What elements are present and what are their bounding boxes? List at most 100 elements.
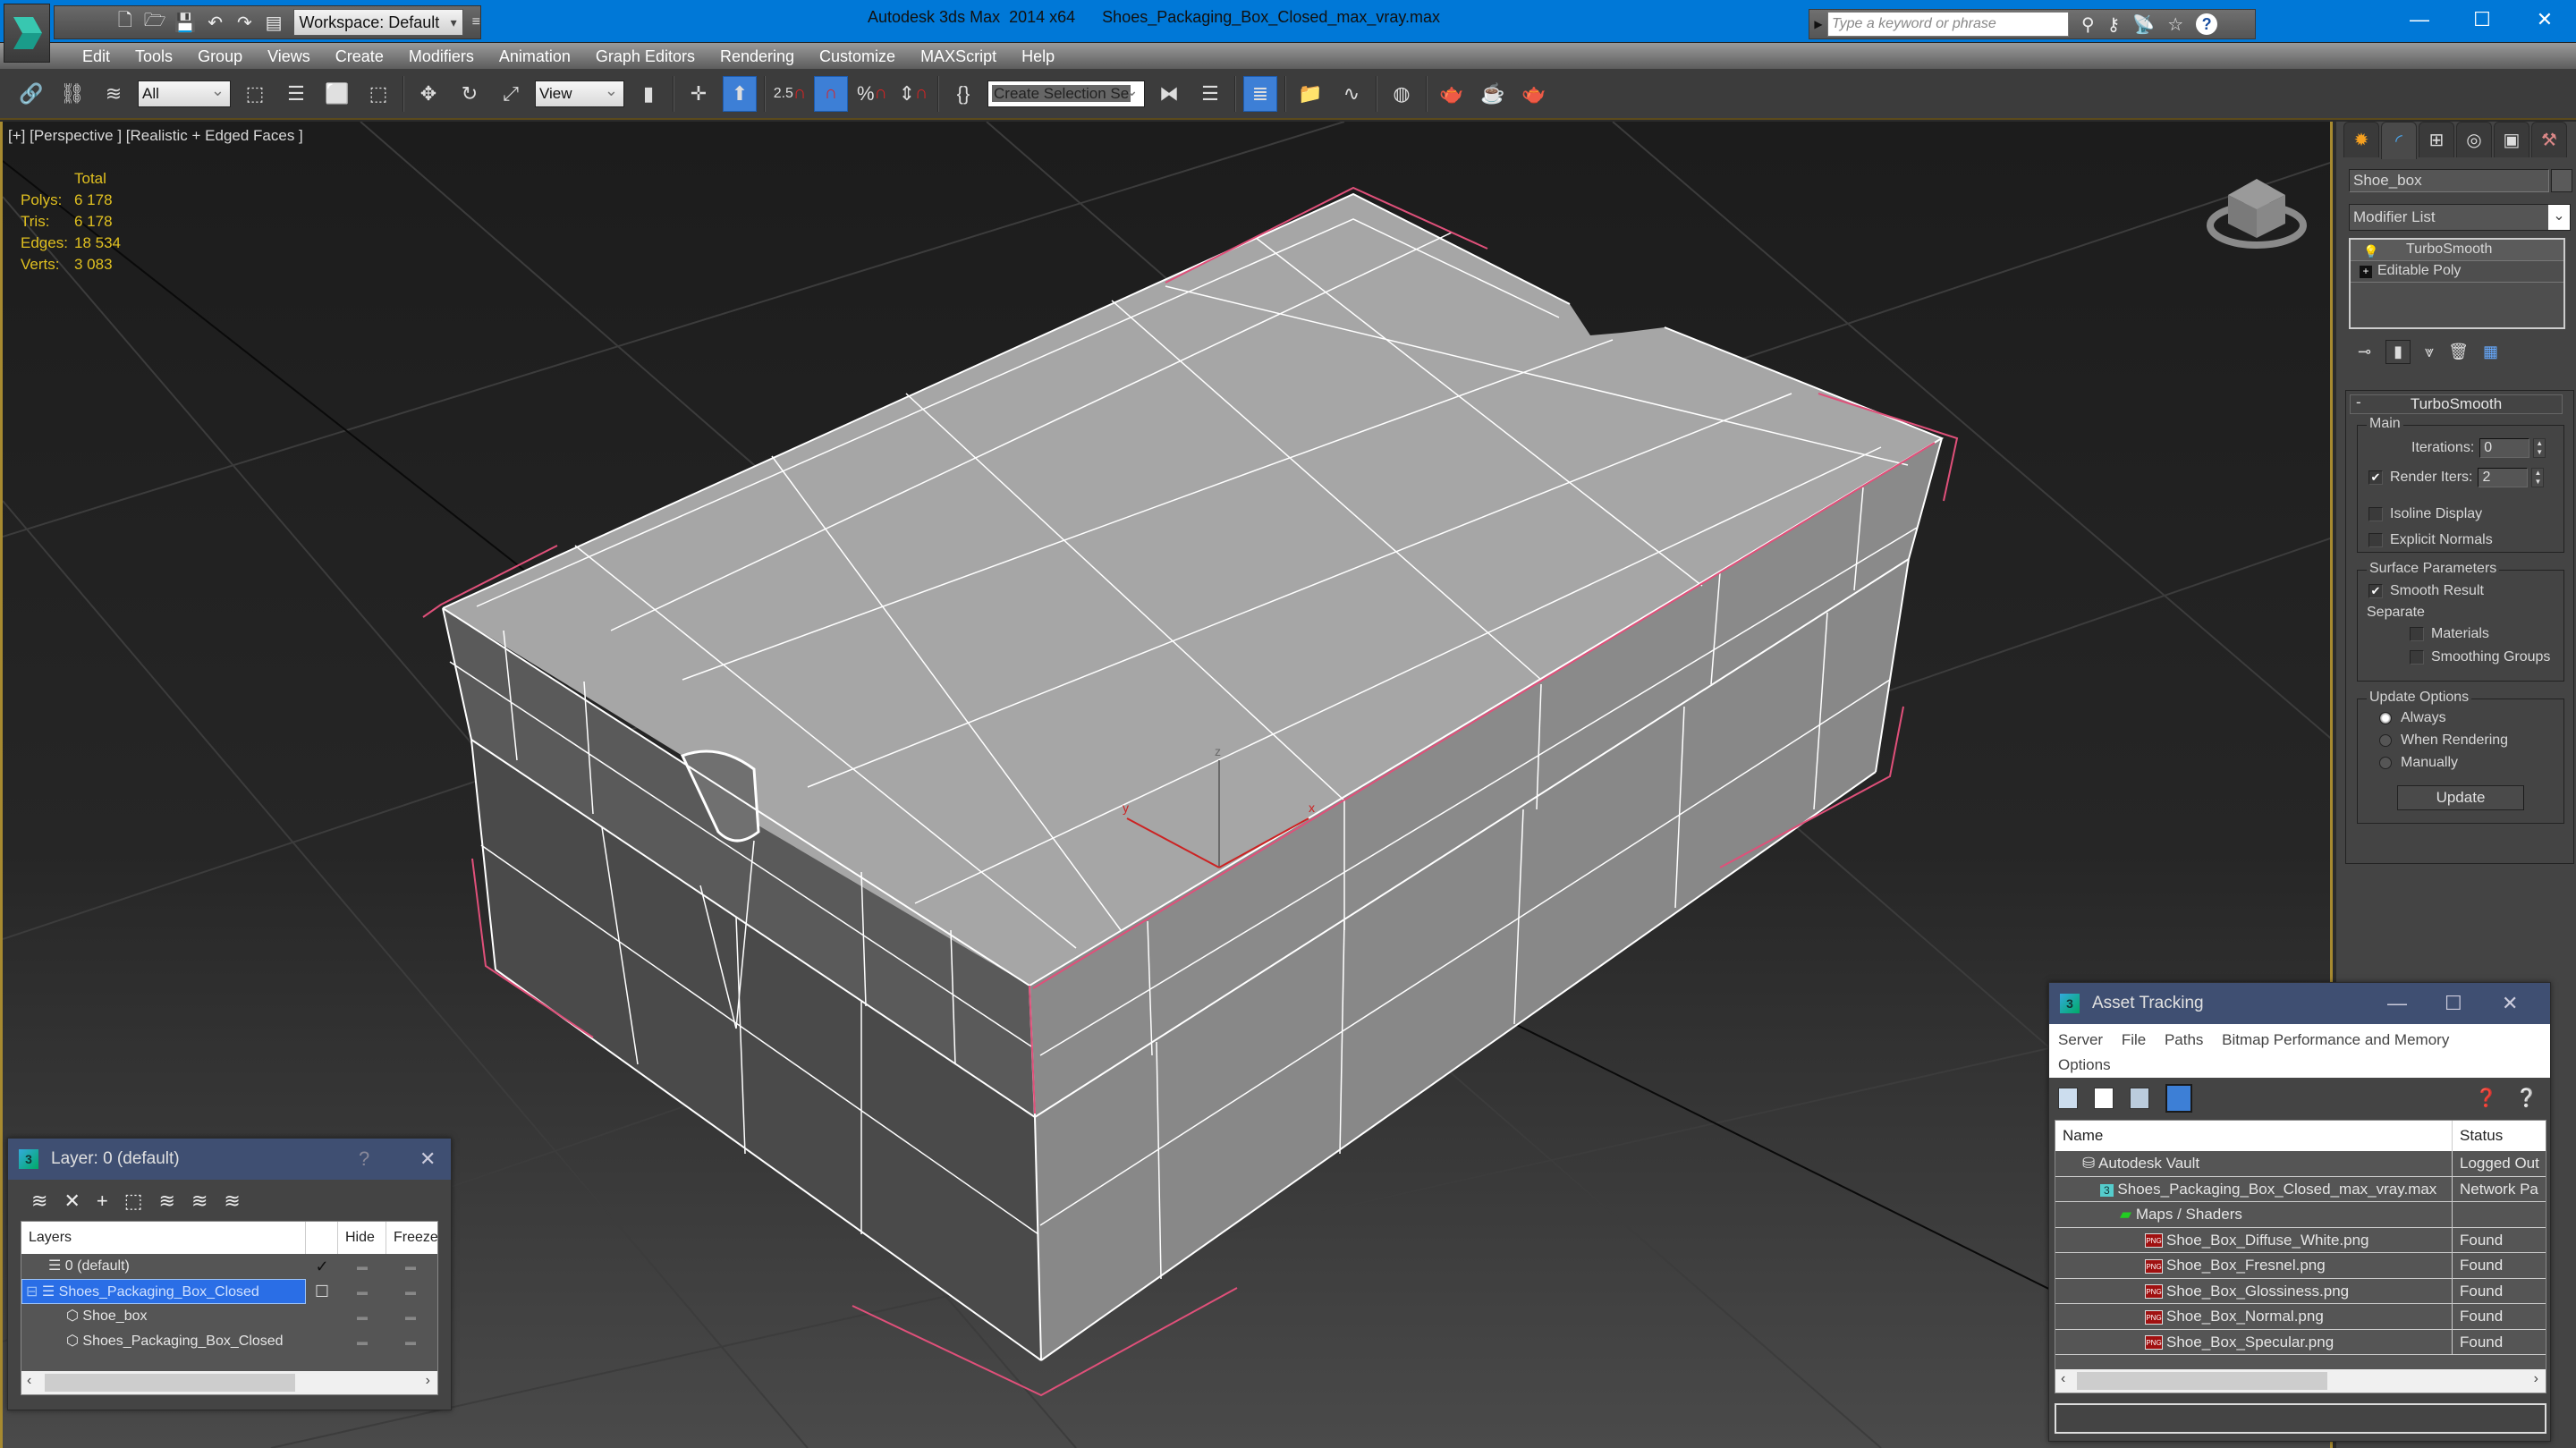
selection-filter-dropdown[interactable]: All: [138, 78, 231, 107]
update-when-rendering-radio[interactable]: [2379, 734, 2392, 747]
isoline-display-checkbox[interactable]: [2368, 507, 2383, 521]
pin-stack-icon[interactable]: ⊸: [2358, 343, 2371, 361]
motion-tab[interactable]: ◎: [2456, 122, 2492, 157]
satellite-icon[interactable]: 📡: [2132, 13, 2155, 36]
new-file-icon[interactable]: 🗋: [114, 11, 135, 34]
link-icon[interactable]: 🔗: [14, 76, 48, 112]
show-end-result-icon[interactable]: ▮: [2385, 339, 2411, 364]
asset-row[interactable]: ⛁ Autodesk Vault Logged Out: [2055, 1151, 2546, 1177]
scroll-left-icon[interactable]: ‹: [27, 1373, 31, 1389]
column-layers[interactable]: Layers: [21, 1222, 306, 1254]
modify-tab[interactable]: ◜: [2381, 122, 2417, 159]
expand-icon[interactable]: +: [2360, 266, 2372, 278]
redo-icon[interactable]: ↷: [234, 11, 255, 34]
rect-selection-region-icon[interactable]: ⬜: [320, 76, 354, 112]
edit-named-selection-icon[interactable]: {}: [946, 76, 980, 112]
highlight-selected-layer-icon[interactable]: ≋: [159, 1190, 175, 1213]
layer-panel-titlebar[interactable]: 3 Layer: 0 (default) ? ✕: [8, 1139, 451, 1180]
update-manually-radio[interactable]: [2379, 757, 2392, 769]
unlink-icon[interactable]: ⛓: [55, 76, 89, 112]
layer-row[interactable]: ☰ 0 (default) ✓ ▬ ▬: [21, 1254, 437, 1279]
angle-snap-icon[interactable]: ∩: [814, 75, 848, 112]
create-layer-icon[interactable]: ≋: [31, 1190, 47, 1213]
select-rotate-icon[interactable]: ↻: [453, 76, 487, 112]
hide-toggle[interactable]: ▬: [338, 1329, 386, 1354]
horizontal-scrollbar[interactable]: ‹ ›: [2055, 1369, 2546, 1393]
stack-item-turbosmooth[interactable]: 💡 TurboSmooth: [2351, 240, 2563, 261]
collapse-icon[interactable]: ⊟: [26, 1284, 38, 1300]
collapse-arrow-icon[interactable]: ▶: [1809, 18, 1827, 30]
spinner-arrows[interactable]: ▲ ▼: [2533, 438, 2546, 458]
context-help-icon[interactable]: ❔: [2515, 1087, 2538, 1109]
iterations-spinner[interactable]: 0: [2479, 438, 2530, 458]
scroll-right-icon[interactable]: ›: [426, 1373, 430, 1389]
menu-customize[interactable]: Customize: [807, 46, 908, 67]
manipulate-icon[interactable]: ✛: [682, 76, 716, 112]
freeze-toggle[interactable]: ▬: [386, 1279, 435, 1304]
hide-toggle[interactable]: ▬: [338, 1304, 386, 1329]
object-row[interactable]: ⬡ Shoe_box ▬ ▬: [21, 1304, 437, 1329]
help-icon[interactable]: ?: [2196, 13, 2218, 35]
asset-panel-titlebar[interactable]: 3 Asset Tracking — ☐ ✕: [2049, 983, 2550, 1024]
tree-view-icon[interactable]: [2130, 1088, 2149, 1109]
menu-server[interactable]: Server: [2058, 1031, 2103, 1048]
viewport-label[interactable]: [+] [Perspective ] [Realistic + Edged Fa…: [8, 127, 303, 145]
workspace-dropdown[interactable]: Workspace: Default: [292, 9, 463, 36]
display-tab[interactable]: ▣: [2494, 122, 2529, 157]
rendered-frame-window-icon[interactable]: ☕: [1476, 76, 1510, 112]
horizontal-scrollbar[interactable]: ‹ ›: [21, 1371, 437, 1394]
spinner-arrows[interactable]: ▲ ▼: [2531, 468, 2545, 487]
asset-row[interactable]: 3 Shoes_Packaging_Box_Closed_max_vray.ma…: [2055, 1176, 2546, 1202]
maximize-button[interactable]: ☐: [2445, 983, 2462, 1024]
menu-maxscript[interactable]: MAXScript: [908, 46, 1009, 67]
close-button[interactable]: ✕: [2502, 983, 2518, 1024]
hierarchy-tab[interactable]: ⊞: [2419, 122, 2454, 157]
delete-layer-icon[interactable]: ✕: [64, 1190, 80, 1213]
select-move-icon[interactable]: ✥: [411, 76, 445, 112]
binoculars-icon[interactable]: ⚲: [2081, 13, 2095, 36]
hide-toggle[interactable]: ▬: [338, 1279, 386, 1304]
menu-graph-editors[interactable]: Graph Editors: [583, 46, 708, 67]
menu-group[interactable]: Group: [185, 46, 255, 67]
search-input[interactable]: Type a keyword or phrase: [1827, 12, 2069, 37]
key-icon[interactable]: ⚷: [2107, 13, 2121, 36]
current-layer-checkmark[interactable]: ✓: [306, 1254, 338, 1279]
pivot-center-icon[interactable]: ▮: [631, 76, 665, 112]
update-always-radio[interactable]: [2379, 712, 2392, 724]
rollout-header[interactable]: - TurboSmooth: [2350, 394, 2563, 414]
close-button[interactable]: ✕: [419, 1139, 436, 1180]
remove-modifier-icon[interactable]: 🗑: [2448, 343, 2469, 361]
configure-modifier-sets-icon[interactable]: ▦: [2483, 343, 2498, 361]
customize-qat-icon[interactable]: ≡: [472, 14, 480, 30]
select-object-icon[interactable]: ⬚: [238, 76, 272, 112]
menu-options[interactable]: Options: [2058, 1056, 2111, 1073]
vault-help-icon[interactable]: ❓: [2475, 1087, 2497, 1109]
asset-row[interactable]: ▰ Maps / Shaders: [2055, 1202, 2546, 1228]
render-production-icon[interactable]: 🫖: [1517, 76, 1551, 112]
percent-snap-icon[interactable]: % ∩: [855, 76, 889, 112]
menu-modifiers[interactable]: Modifiers: [396, 46, 487, 67]
column-status[interactable]: Status: [2453, 1121, 2503, 1151]
column-hide[interactable]: Hide: [338, 1222, 386, 1254]
layer-manager-icon[interactable]: ≣: [1243, 75, 1277, 112]
freeze-toggle[interactable]: ▬: [386, 1304, 435, 1329]
window-crossing-icon[interactable]: ⬚: [361, 76, 395, 112]
curve-editor-icon[interactable]: ∿: [1335, 76, 1368, 112]
explicit-normals-checkbox[interactable]: [2368, 533, 2383, 547]
scrollbar-thumb[interactable]: [2077, 1372, 2327, 1390]
make-current-checkbox[interactable]: ☐: [306, 1279, 338, 1304]
bind-space-warp-icon[interactable]: ≋: [97, 76, 131, 112]
freeze-toggle[interactable]: ▬: [386, 1254, 435, 1279]
render-setup-icon[interactable]: 🫖: [1435, 76, 1469, 112]
help-button[interactable]: ?: [359, 1139, 369, 1180]
asset-row[interactable]: PNG Shoe_Box_Normal.png Found: [2055, 1304, 2546, 1330]
hide-toggle[interactable]: ▬: [338, 1254, 386, 1279]
asset-row[interactable]: PNG Shoe_Box_Fresnel.png Found: [2055, 1253, 2546, 1279]
scroll-left-icon[interactable]: ‹: [2061, 1371, 2065, 1387]
utilities-tab[interactable]: ⚒: [2531, 122, 2567, 157]
list-view-icon[interactable]: [2094, 1088, 2114, 1109]
save-icon[interactable]: 💾: [174, 11, 197, 34]
select-scale-icon[interactable]: ⤢: [494, 76, 528, 112]
add-to-layer-icon[interactable]: +: [97, 1190, 108, 1213]
menu-paths[interactable]: Paths: [2165, 1031, 2203, 1048]
